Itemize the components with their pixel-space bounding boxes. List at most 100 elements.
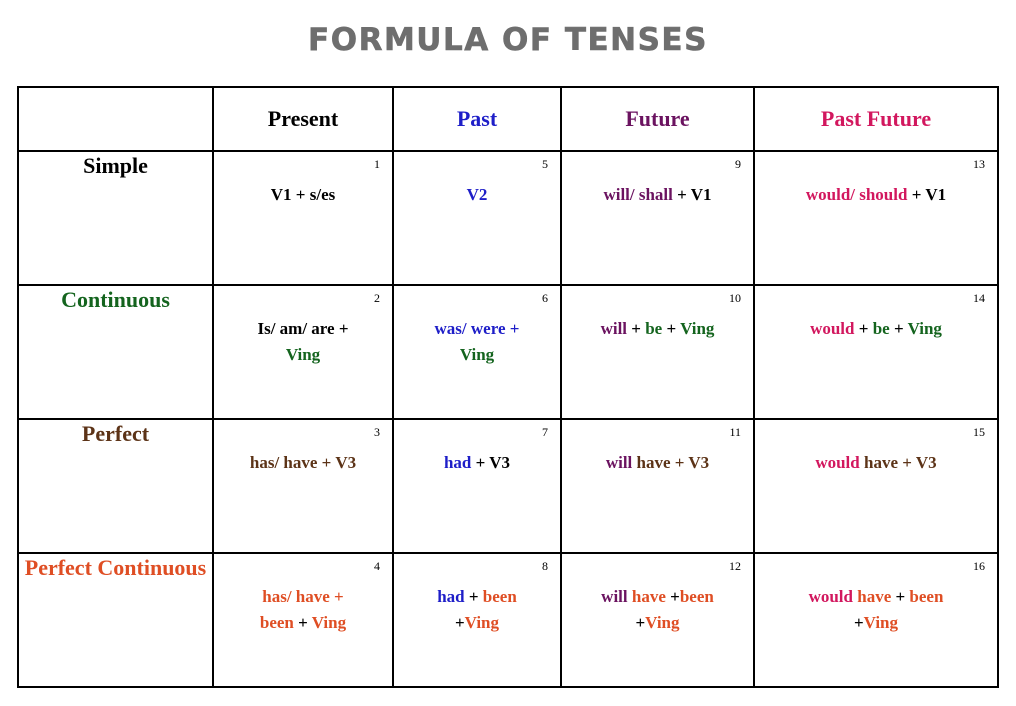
cell-number: 11	[729, 425, 741, 439]
formula-token: will	[605, 453, 637, 472]
formula-token: Ving	[285, 344, 321, 364]
cell-formula: had + V3	[394, 450, 560, 476]
cell-formula: had + been +Ving	[394, 584, 560, 635]
formula-token: has/ have +	[262, 587, 344, 606]
cell-number: 1	[374, 157, 380, 171]
cell-11: 11 will have + V3	[560, 418, 755, 554]
formula-token: will/ shall	[603, 185, 678, 204]
formula-token: +	[635, 612, 646, 632]
row-header-simple: Simple	[17, 150, 214, 286]
formula-token: will	[601, 587, 632, 606]
formula-token: + V3	[475, 453, 511, 472]
cell-formula: V2	[394, 182, 560, 208]
cell-13: 13 would/ should + V1	[753, 150, 999, 286]
formula-token: would	[815, 453, 864, 472]
formula-token: V1 + s/es	[270, 185, 336, 204]
cell-number: 15	[973, 425, 985, 439]
column-header-future: Future	[560, 86, 755, 152]
formula-token: be	[645, 319, 667, 338]
formula-token: +	[858, 319, 873, 338]
formula-token: would	[810, 319, 859, 338]
formula-token: have	[631, 587, 671, 606]
cell-number: 2	[374, 291, 380, 305]
formula-token: + V1	[911, 185, 947, 204]
formula-token: been	[679, 587, 714, 606]
cell-formula: has/ have + been + Ving	[214, 584, 392, 635]
cell-5: 5 V2	[392, 150, 562, 286]
formula-token: be	[872, 319, 894, 338]
row-header-perfect-continuous: Perfect Continuous	[17, 552, 214, 688]
formula-token: +	[670, 587, 680, 606]
cell-formula: would/ should + V1	[755, 182, 997, 208]
formula-token: will	[600, 319, 632, 338]
cell-1: 1 V1 + s/es	[212, 150, 394, 286]
cell-number: 4	[374, 559, 380, 573]
cell-number: 6	[542, 291, 548, 305]
cell-6: 6 was/ were + Ving	[392, 284, 562, 420]
cell-7: 7 had + V3	[392, 418, 562, 554]
formula-token: Ving	[645, 612, 680, 632]
formula-token: +	[631, 319, 646, 338]
cell-formula: was/ were + Ving	[394, 316, 560, 367]
page-title: FORMULA OF TENSES	[308, 22, 708, 59]
formula-token: V2	[466, 185, 488, 204]
cell-number: 10	[729, 291, 741, 305]
formula-token: had	[437, 587, 469, 606]
formula-token: + V1	[677, 185, 712, 204]
formula-token: +	[853, 612, 864, 632]
formula-of-tenses-table: Present Past Future Past Future Simple 1…	[17, 86, 999, 688]
cell-formula: will/ shall + V1	[562, 182, 753, 208]
formula-token: Ving	[907, 319, 942, 338]
cell-16: 16 would have + been +Ving	[753, 552, 999, 688]
cell-number: 16	[973, 559, 985, 573]
cell-14: 14 would + be + Ving	[753, 284, 999, 420]
cell-formula: V1 + s/es	[214, 182, 392, 208]
cell-number: 14	[973, 291, 985, 305]
column-header-present: Present	[212, 86, 394, 152]
cell-formula: will + be + Ving	[562, 316, 753, 342]
formula-token: +	[298, 612, 312, 632]
column-header-past: Past	[392, 86, 562, 152]
formula-token: been	[259, 612, 299, 632]
formula-token: Ving	[863, 612, 898, 632]
formula-token: would	[808, 587, 858, 606]
cell-9: 9 will/ shall + V1	[560, 150, 755, 286]
cell-number: 7	[542, 425, 548, 439]
header-corner-cell	[17, 86, 214, 152]
row-header-perfect: Perfect	[17, 418, 214, 554]
cell-10: 10 will + be + Ving	[560, 284, 755, 420]
row-header-continuous: Continuous	[17, 284, 214, 420]
table-row: Simple 1 V1 + s/es 5 V2 9 will/ shall + …	[17, 150, 999, 286]
formula-token: +	[468, 587, 483, 606]
cell-formula: Is/ am/ are + Ving	[214, 316, 392, 367]
cell-formula: has/ have + V3	[214, 450, 392, 476]
formula-token: been	[909, 587, 944, 606]
cell-formula: would have + V3	[755, 450, 997, 476]
table-header-row: Present Past Future Past Future	[17, 86, 999, 152]
cell-12: 12 will have +been +Ving	[560, 552, 755, 688]
formula-token: would/ should	[805, 185, 912, 204]
cell-number: 12	[729, 559, 741, 573]
formula-token: Ving	[464, 612, 499, 632]
tense-chart-page: FORMULA OF TENSES Present Past Future Pa…	[0, 0, 1016, 706]
cell-4: 4 has/ have + been + Ving	[212, 552, 394, 688]
cell-15: 15 would have + V3	[753, 418, 999, 554]
cell-number: 8	[542, 559, 548, 573]
cell-formula: will have +been +Ving	[562, 584, 753, 635]
cell-number: 13	[973, 157, 985, 171]
cell-number: 3	[374, 425, 380, 439]
table-row: Perfect Continuous 4 has/ have + been + V…	[17, 552, 999, 688]
formula-token: have + V3	[864, 453, 937, 472]
cell-8: 8 had + been +Ving	[392, 552, 562, 688]
formula-token: have	[857, 587, 896, 606]
cell-number: 5	[542, 157, 548, 171]
cell-3: 3 has/ have + V3	[212, 418, 394, 554]
formula-token: Ving	[311, 612, 347, 632]
cell-formula: would have + been +Ving	[755, 584, 997, 635]
cell-formula: would + be + Ving	[755, 316, 997, 342]
formula-token: Is/ am/ are +	[257, 319, 349, 338]
table-row: Continuous 2 Is/ am/ are + Ving 6 was/ we…	[17, 284, 999, 420]
cell-formula: will have + V3	[562, 450, 753, 476]
cell-number: 9	[735, 157, 741, 171]
formula-token: had	[443, 453, 476, 472]
